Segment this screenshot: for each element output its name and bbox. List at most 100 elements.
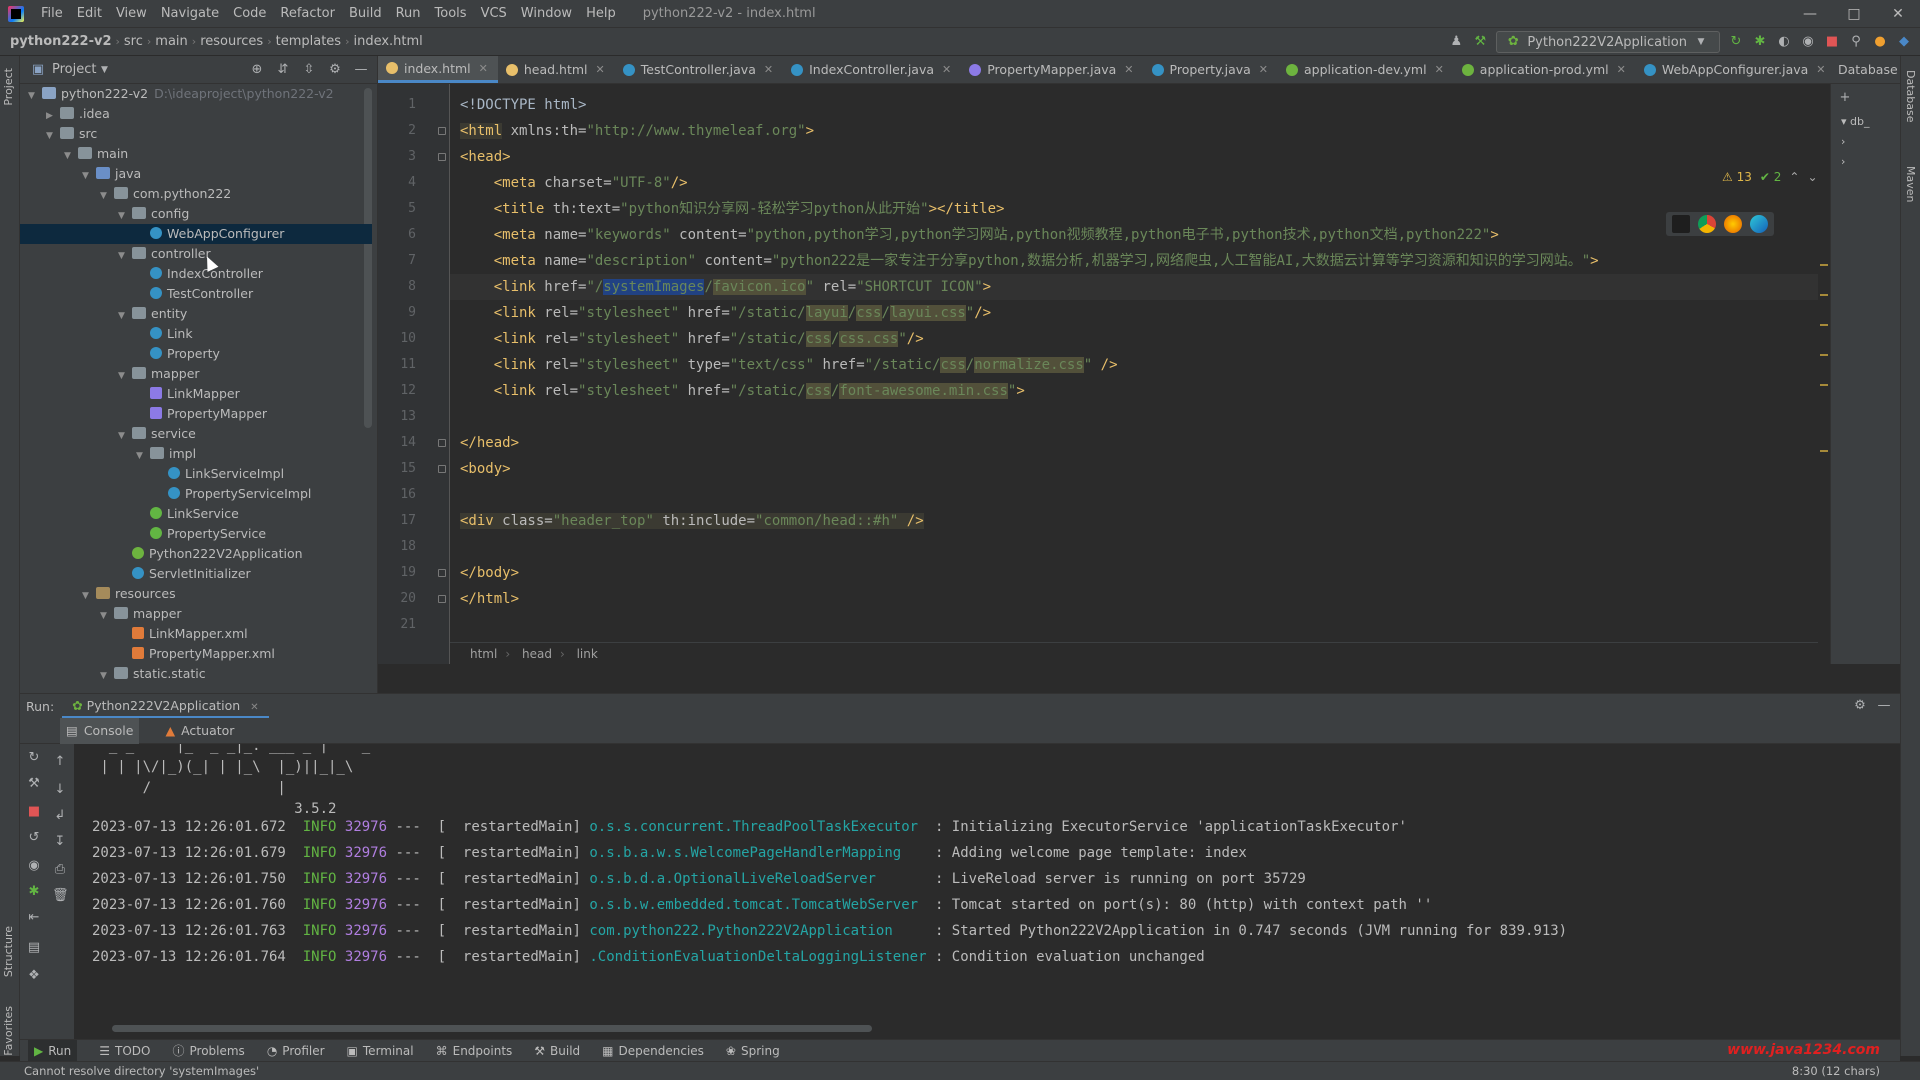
chevron-right-icon[interactable]: ▶ [46,106,60,126]
code-line[interactable]: </html> [450,586,519,612]
tool-button-problems[interactable]: ⓘ Problems [172,1042,244,1059]
close-icon[interactable]: ✕ [1124,63,1133,76]
tree-item[interactable]: ▼ mapper [20,604,372,624]
search-icon[interactable]: ⚲ [1848,34,1864,50]
tool-button-build[interactable]: ⚒ Build [534,1044,580,1058]
chevron-down-icon[interactable]: ▼ [118,366,132,386]
warning-mark[interactable] [1820,354,1828,356]
close-icon[interactable]: ✕ [1876,0,1920,28]
profile-icon[interactable]: ◉ [1800,34,1816,50]
gear-icon[interactable]: ⚙ [327,62,343,78]
hide-icon[interactable]: — [353,62,369,78]
run-config-tab[interactable]: ✿ Python222V2Application ✕ [62,694,269,718]
chevron-down-icon[interactable]: ▼ [100,606,114,626]
caret-position[interactable]: 8:30 (12 chars) [1792,1064,1880,1078]
inspection-widget[interactable]: ⚠ 13 ✔ 2 ⌃ ⌄ [1722,170,1818,184]
jetbrains-icon[interactable]: ◆ [1896,34,1912,50]
code-line[interactable]: </body> [450,560,519,586]
close-icon[interactable]: ✕ [764,63,773,76]
tree-item[interactable]: PropertyMapper [20,404,372,424]
stop-icon[interactable]: ■ [26,804,42,820]
edge-icon[interactable] [1750,215,1768,233]
tree-item[interactable]: ▼ controller [20,244,372,264]
menu-item-run[interactable]: Run [389,6,428,21]
code-editor[interactable]: 1 2 3 4 5 6 7 8 9 10 11 12 13 14 15 16 17 18 19 20 21 <!DOCT… [378,84,1818,664]
chevron-down-icon[interactable]: ▼ [64,146,78,166]
db-tree-item[interactable]: › [1831,152,1900,172]
breadcrumb-item[interactable]: src [120,34,147,49]
breadcrumb-item[interactable]: index.html [349,34,426,49]
code-line[interactable]: <meta name="description" content="python… [450,248,1599,274]
tree-item[interactable]: WebAppConfigurer [20,224,372,244]
intellij-browser-icon[interactable] [1672,215,1690,233]
exit-icon[interactable]: ⇤ [26,910,42,926]
menu-item-help[interactable]: Help [579,6,623,21]
menu-item-edit[interactable]: Edit [70,6,109,21]
project-tool-button[interactable]: Project [2,68,15,106]
tool-button-dependencies[interactable]: ▦ Dependencies [602,1044,704,1058]
warning-mark[interactable] [1820,264,1828,266]
close-icon[interactable]: ✕ [1617,63,1626,76]
warning-mark[interactable] [1820,324,1828,326]
tree-item[interactable]: ▼ mapper [20,364,372,384]
log-logger[interactable]: o.s.s.concurrent.ThreadPoolTaskExecutor [589,819,926,835]
database-tool-button[interactable]: Database [1904,70,1917,123]
breadcrumb-item[interactable]: templates [272,34,345,49]
maximize-icon[interactable]: □ [1832,0,1876,28]
tree-item[interactable]: ▼ com.python222 [20,184,372,204]
tool-button-terminal[interactable]: ▣ Terminal [347,1044,414,1058]
chevron-down-icon[interactable]: ▼ [82,586,96,606]
tree-item[interactable]: ▼ entity [20,304,372,324]
chevron-up-icon[interactable]: ⌃ [1789,170,1799,184]
console-output[interactable]: _ _ |_ _ _|_. ___ _ | _ | | |\/|_)(_| | … [76,744,1896,1034]
crumb-link[interactable]: link [577,647,598,661]
db-tree-item[interactable]: › [1831,132,1900,152]
crumb-html[interactable]: html [470,647,497,661]
chevron-down-icon[interactable]: ▼ [100,666,114,686]
code-line[interactable] [450,482,460,508]
chevron-down-icon[interactable]: ▼ [136,446,150,466]
trash-icon[interactable]: 🗑 [52,888,69,904]
chevron-down-icon[interactable]: ▼ [46,126,60,146]
tree-item[interactable]: PropertyService [20,524,372,544]
chevron-down-icon[interactable]: ▼ [118,306,132,326]
code-line[interactable]: <title th:text="python知识分享网-轻松学习python从此… [450,196,1005,222]
project-panel-title[interactable]: Project [52,62,96,77]
close-icon[interactable]: ✕ [1816,63,1825,76]
menu-item-window[interactable]: Window [514,6,579,21]
editor-tab[interactable]: application-dev.yml ✕ [1278,56,1454,83]
tool-button-spring[interactable]: ❀ Spring [726,1044,780,1058]
breadcrumb-item[interactable]: resources [196,34,267,49]
breadcrumb-item[interactable]: main [151,34,191,49]
gear-icon[interactable]: ⚙ [1852,698,1868,714]
menu-item-file[interactable]: File [34,6,70,21]
code-line[interactable]: <link rel="stylesheet" href="/static/css… [450,378,1025,404]
firefox-icon[interactable] [1724,215,1742,233]
menu-item-refactor[interactable]: Refactor [273,6,342,21]
breadcrumb-item[interactable]: python222-v2 [0,34,116,49]
tree-item[interactable]: ▼ resources [20,584,372,604]
debug-icon[interactable]: ✱ [1752,34,1768,50]
tree-item[interactable]: TestController [20,284,372,304]
tree-item[interactable]: ▼ static.static [20,664,372,684]
close-icon[interactable]: ✕ [1435,63,1444,76]
console-hscrollbar[interactable] [112,1025,872,1032]
structure-tool-button[interactable]: Structure [2,926,15,977]
tree-item[interactable]: PropertyServiceImpl [20,484,372,504]
tree-item[interactable]: ▼ src [20,124,372,144]
chevron-down-icon[interactable]: ▼ [82,166,96,186]
menu-item-tools[interactable]: Tools [428,6,474,21]
close-icon[interactable]: ✕ [942,63,951,76]
menu-item-code[interactable]: Code [226,6,273,21]
chevron-down-icon[interactable]: ▼ [96,62,112,78]
chrome-icon[interactable] [1698,215,1716,233]
code-line[interactable] [450,404,460,430]
fold-marker-icon[interactable] [438,569,446,577]
code-line[interactable]: <head> [450,144,511,170]
tool-button-todo[interactable]: ☰ TODO [99,1044,150,1058]
editor-tab[interactable]: index.html ✕ [378,56,498,83]
menu-item-build[interactable]: Build [342,6,389,21]
database-panel-title[interactable]: Database [1830,56,1900,84]
tree-item[interactable]: ▼ impl [20,444,372,464]
log-logger[interactable]: o.s.b.d.a.OptionalLiveReloadServer [589,871,926,887]
